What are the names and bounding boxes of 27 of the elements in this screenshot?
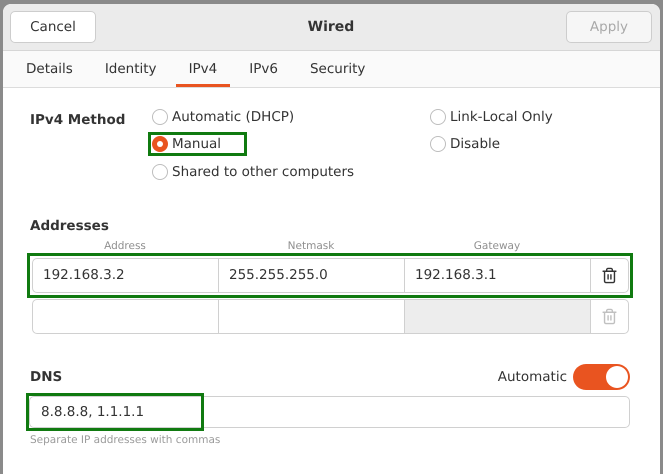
address-input[interactable] (218, 298, 405, 334)
tab[interactable]: Identity (92, 51, 170, 87)
delete-icon[interactable] (590, 258, 629, 292)
address-input[interactable] (32, 298, 219, 334)
section-label: DNS (30, 368, 62, 384)
address-input[interactable]: 192.168.3.2 (32, 258, 219, 292)
tab[interactable]: Security (296, 51, 378, 87)
radio-option[interactable]: Disable (430, 136, 500, 152)
radio-option[interactable]: Automatic (DHCP) (152, 108, 294, 125)
address-input[interactable]: 192.168.3.1 (404, 258, 591, 292)
tab[interactable]: IPv4 (176, 51, 230, 87)
radio-option[interactable]: Shared to other computers (152, 164, 354, 180)
toggle-switch[interactable] (573, 364, 630, 390)
tab[interactable]: IPv6 (236, 51, 291, 87)
dns-input[interactable]: 8.8.8.8, 1.1.1.1 (29, 396, 630, 428)
column-header: Netmask (286, 240, 336, 252)
window-title: Wired (308, 19, 354, 35)
section-label: IPv4 Method (30, 112, 126, 130)
radio-option[interactable]: Link-Local Only (430, 108, 553, 125)
cancel-button[interactable]: Cancel (10, 11, 96, 43)
column-header: Gateway (472, 240, 522, 252)
tab[interactable]: Details (13, 51, 86, 87)
section-label: Addresses (30, 218, 110, 234)
toggle-label: Automatic (498, 368, 567, 384)
column-header: Address (103, 240, 147, 252)
address-input[interactable]: 255.255.255.0 (218, 258, 405, 292)
hint-text: Separate IP addresses with commas (30, 434, 222, 446)
